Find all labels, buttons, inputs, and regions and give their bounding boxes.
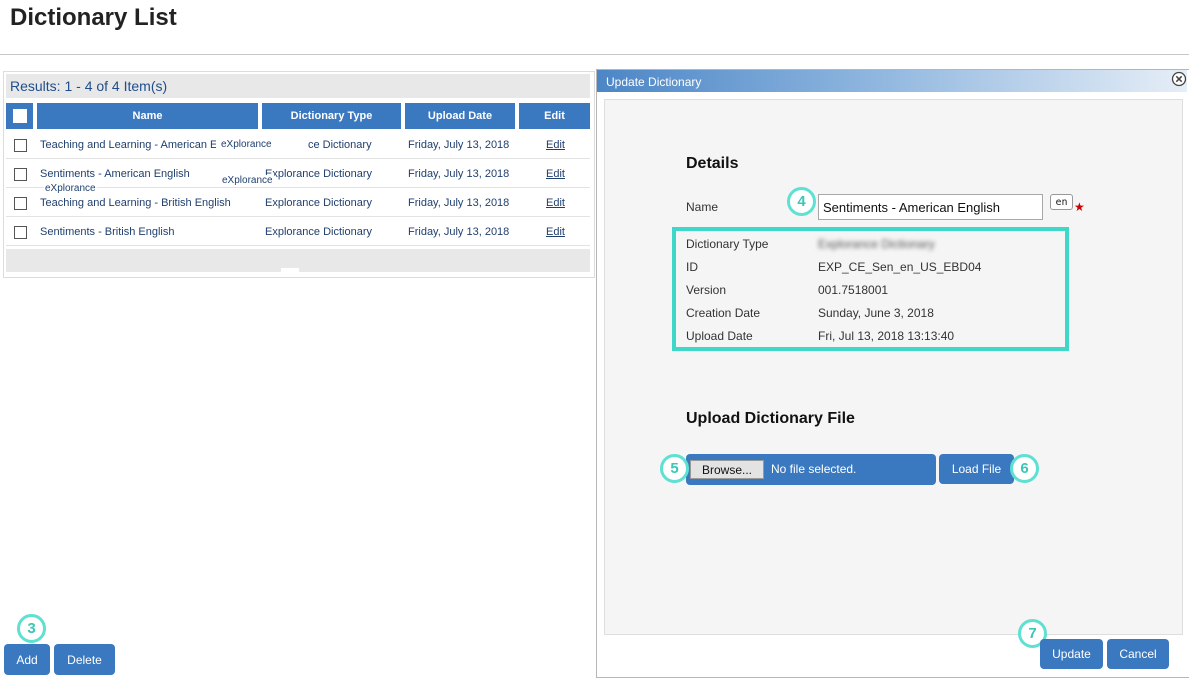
row-edit-link[interactable]: Edit	[546, 139, 565, 151]
creation-date-label: Creation Date	[686, 306, 761, 320]
name-label: Name	[686, 200, 719, 214]
browse-button[interactable]: Browse...	[690, 460, 764, 479]
id-label: ID	[686, 260, 698, 274]
page-title: Dictionary List	[10, 4, 177, 31]
row-upload-date: Friday, July 13, 2018	[408, 168, 510, 180]
dialog-title: Update Dictionary	[606, 75, 702, 89]
row-divider	[6, 158, 590, 159]
column-header-name[interactable]: Name	[37, 103, 258, 129]
row-edit-link[interactable]: Edit	[546, 226, 565, 238]
close-circle-icon[interactable]	[1171, 71, 1187, 87]
id-value: EXP_CE_Sen_en_US_EBD04	[818, 260, 982, 274]
callout-6: 6	[1010, 454, 1039, 483]
overlay-label: eXplorance	[220, 139, 273, 150]
overlay-label: eXplorance	[221, 175, 274, 186]
cancel-button[interactable]: Cancel	[1107, 639, 1169, 669]
row-edit-link[interactable]: Edit	[546, 197, 565, 209]
delete-button[interactable]: Delete	[54, 644, 115, 675]
dictionary-type-label: Dictionary Type	[686, 237, 769, 251]
details-heading: Details	[686, 155, 739, 172]
required-indicator: ★	[1074, 200, 1085, 214]
row-divider	[6, 245, 590, 246]
upload-date-value: Fri, Jul 13, 2018 13:13:40	[818, 329, 955, 343]
results-count: Results: 1 - 4 of 4 Item(s)	[10, 78, 168, 94]
row-dictionary-type: Explorance Dictionary	[265, 197, 372, 209]
row-name: Teaching and Learning - American En	[40, 139, 216, 151]
language-badge[interactable]: en	[1050, 194, 1073, 210]
dictionary-type-value: Explorance Dictionary	[818, 237, 935, 251]
row-dictionary-type: ce Dictionary	[308, 139, 372, 151]
row-checkbox[interactable]	[14, 139, 27, 152]
version-value: 001.7518001	[818, 283, 889, 297]
row-dictionary-type: Explorance Dictionary	[265, 168, 372, 180]
creation-date-value: Sunday, June 3, 2018	[818, 306, 934, 320]
select-all-checkbox[interactable]	[12, 109, 27, 123]
load-file-button[interactable]: Load File	[939, 454, 1014, 484]
file-status: No file selected.	[771, 462, 857, 476]
column-header-edit: Edit	[519, 103, 590, 129]
name-input[interactable]	[818, 194, 1043, 220]
callout-4: 4	[787, 187, 816, 216]
row-upload-date: Friday, July 13, 2018	[408, 139, 510, 151]
row-divider	[6, 216, 590, 217]
row-upload-date: Friday, July 13, 2018	[408, 197, 510, 209]
select-all-header	[6, 103, 33, 129]
add-button[interactable]: Add	[4, 644, 50, 675]
column-header-dictionary-type[interactable]: Dictionary Type	[262, 103, 401, 129]
row-upload-date: Friday, July 13, 2018	[408, 226, 510, 238]
upload-date-label: Upload Date	[686, 329, 753, 343]
callout-3: 3	[17, 614, 46, 643]
row-name: Teaching and Learning - British English	[40, 197, 231, 209]
overlay-label: eXplorance	[44, 183, 97, 194]
dialog-body	[604, 99, 1183, 635]
row-dictionary-type: Explorance Dictionary	[265, 226, 372, 238]
list-footer-notch	[281, 268, 299, 274]
callout-5: 5	[660, 454, 689, 483]
column-header-upload-date[interactable]: Upload Date	[405, 103, 515, 129]
row-checkbox[interactable]	[14, 197, 27, 210]
row-checkbox[interactable]	[14, 168, 27, 181]
row-checkbox[interactable]	[14, 226, 27, 239]
update-button[interactable]: Update	[1040, 639, 1103, 669]
title-divider	[0, 54, 1189, 55]
upload-heading: Upload Dictionary File	[686, 410, 855, 427]
version-label: Version	[686, 283, 727, 297]
row-name: Sentiments - British English	[40, 226, 175, 238]
row-edit-link[interactable]: Edit	[546, 168, 565, 180]
row-name: Sentiments - American English	[40, 168, 190, 180]
